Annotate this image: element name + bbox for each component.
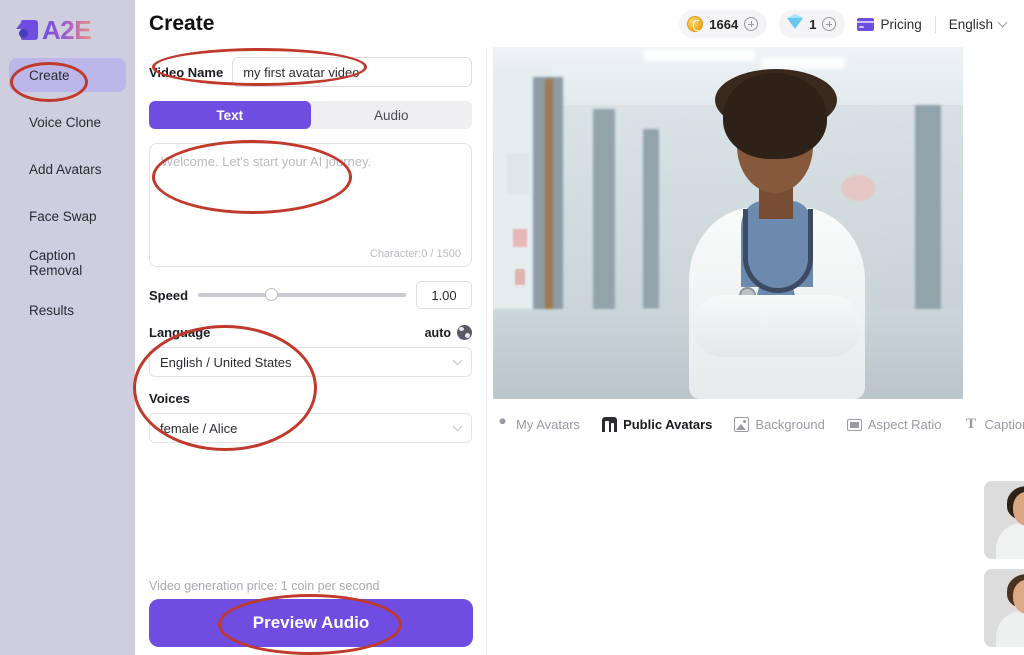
credit-card-icon — [857, 17, 875, 31]
topbar: Create 1664 1 Pricing English — [135, 0, 1024, 47]
coin-balance[interactable]: 1664 — [679, 10, 768, 38]
chevron-down-icon — [997, 17, 1008, 27]
sidebar-item-results[interactable]: Results — [9, 293, 126, 327]
hair — [723, 73, 827, 159]
crossed-arms — [693, 295, 861, 357]
tab-text[interactable]: Text — [149, 101, 311, 129]
auto-label: auto — [424, 325, 451, 340]
preview-audio-button[interactable]: Preview Audio — [149, 599, 473, 647]
language-select-value: English / United States — [160, 354, 292, 370]
corridor-door — [643, 129, 659, 309]
sidebar-item-voice-clone[interactable]: Voice Clone — [9, 105, 126, 139]
sidebar-item-create[interactable]: Create — [9, 58, 126, 92]
brand-logo[interactable]: A2E — [0, 0, 135, 46]
plus-circle-icon[interactable] — [744, 17, 759, 31]
people-group-icon — [602, 416, 618, 432]
sidebar: A2E Create Voice Clone Add Avatars Face … — [0, 0, 135, 655]
sidebar-item-face-swap[interactable]: Face Swap — [9, 199, 126, 233]
diamond-icon — [787, 14, 804, 29]
tab-public-avatars[interactable]: Public Avatars — [602, 416, 713, 432]
speed-slider-thumb[interactable] — [264, 288, 278, 301]
globe-icon — [457, 325, 472, 340]
video-preview[interactable] — [493, 47, 963, 399]
language-selector[interactable]: English — [936, 17, 1016, 32]
aspect-ratio-icon — [846, 418, 862, 431]
gallery-tabs: My Avatars Public Avatars Background Asp… — [495, 407, 1024, 441]
avatar-gallery-grid — [984, 481, 1024, 655]
avatar-card[interactable] — [984, 569, 1024, 647]
language-header: Language auto — [149, 325, 472, 340]
language-label: Language — [149, 325, 211, 340]
speed-value[interactable]: 1.00 — [416, 281, 472, 309]
wall-sign — [513, 229, 527, 247]
chevron-down-icon — [452, 355, 463, 365]
voices-label: Voices — [149, 391, 190, 406]
a2e-logo-icon — [16, 19, 38, 41]
text-t-icon: T — [966, 415, 977, 432]
tab-label: My Avatars — [516, 416, 581, 432]
pricing-label: Pricing — [880, 16, 922, 32]
sidebar-item-label: Create — [29, 67, 70, 83]
ceiling-light — [643, 49, 755, 61]
sidebar-item-label: Caption Removal — [29, 248, 83, 278]
tab-caption[interactable]: T Caption — [964, 415, 1024, 432]
language-label: English — [948, 16, 993, 32]
video-name-row: Video Name — [149, 57, 472, 87]
brand-name: A2E — [42, 14, 92, 45]
voices-select[interactable]: female / Alice — [149, 413, 472, 443]
sidebar-item-caption-removal[interactable]: Caption Removal — [9, 246, 126, 280]
input-mode-tabs: Text Audio — [149, 101, 472, 129]
diamond-balance[interactable]: 1 — [779, 10, 846, 38]
sidebar-item-label: Results — [29, 302, 75, 318]
avatar-card[interactable] — [984, 481, 1024, 559]
main-content: Create 1664 1 Pricing English Video Name… — [135, 0, 1024, 655]
create-form-panel: Video Name Text Audio Character:0 / 1500… — [135, 47, 487, 655]
sidebar-item-add-avatars[interactable]: Add Avatars — [9, 152, 126, 186]
stethoscope-icon — [743, 209, 813, 293]
tab-label: Public Avatars — [623, 416, 713, 432]
page-title: Create — [149, 11, 215, 35]
pricing-link[interactable]: Pricing — [857, 17, 934, 32]
script-textarea-wrap: Character:0 / 1500 — [149, 143, 472, 267]
speed-row: Speed 1.00 — [149, 281, 472, 309]
chevron-down-icon — [452, 421, 463, 431]
tab-label: Background — [755, 416, 825, 432]
topbar-actions: 1664 1 Pricing English — [679, 9, 1016, 39]
character-counter: Character:0 / 1500 — [369, 248, 461, 260]
avatar-figure — [671, 69, 883, 399]
corridor-door — [915, 105, 941, 331]
sidebar-item-label: Add Avatars — [29, 161, 102, 177]
tab-background[interactable]: Background — [734, 416, 825, 432]
ceiling-light — [761, 57, 845, 69]
tab-label: Caption — [984, 416, 1024, 432]
image-icon — [734, 416, 750, 432]
tab-audio[interactable]: Audio — [311, 101, 473, 129]
voices-select-value: female / Alice — [160, 420, 238, 436]
video-name-input[interactable] — [232, 57, 472, 87]
person-icon — [495, 416, 510, 432]
video-name-label: Video Name — [149, 64, 224, 80]
app-root: A2E Create Voice Clone Add Avatars Face … — [0, 0, 1024, 655]
preview-panel: My Avatars Public Avatars Background Asp… — [487, 47, 1024, 655]
corridor-door — [593, 109, 615, 321]
coin-icon — [687, 16, 704, 32]
tab-my-avatars[interactable]: My Avatars — [495, 416, 581, 432]
plus-circle-icon[interactable] — [822, 17, 837, 31]
auto-detect-language[interactable]: auto — [425, 325, 472, 340]
sidebar-item-label: Face Swap — [29, 208, 97, 224]
wall-poster — [507, 153, 529, 195]
wall-sign — [515, 269, 525, 285]
sidebar-item-label: Voice Clone — [29, 114, 102, 130]
speed-slider[interactable] — [198, 288, 406, 301]
panels: Video Name Text Audio Character:0 / 1500… — [135, 47, 1024, 655]
diamond-count: 1 — [809, 16, 817, 32]
tab-aspect-ratio[interactable]: Aspect Ratio — [846, 416, 942, 432]
tab-label: Aspect Ratio — [867, 416, 942, 432]
door-frame — [545, 79, 553, 341]
language-select[interactable]: English / United States — [149, 347, 472, 377]
sidebar-nav: Create Voice Clone Add Avatars Face Swap… — [0, 58, 135, 327]
price-note: Video generation price: 1 coin per secon… — [149, 579, 380, 593]
speed-label: Speed — [149, 287, 189, 303]
coin-count: 1664 — [709, 16, 739, 32]
